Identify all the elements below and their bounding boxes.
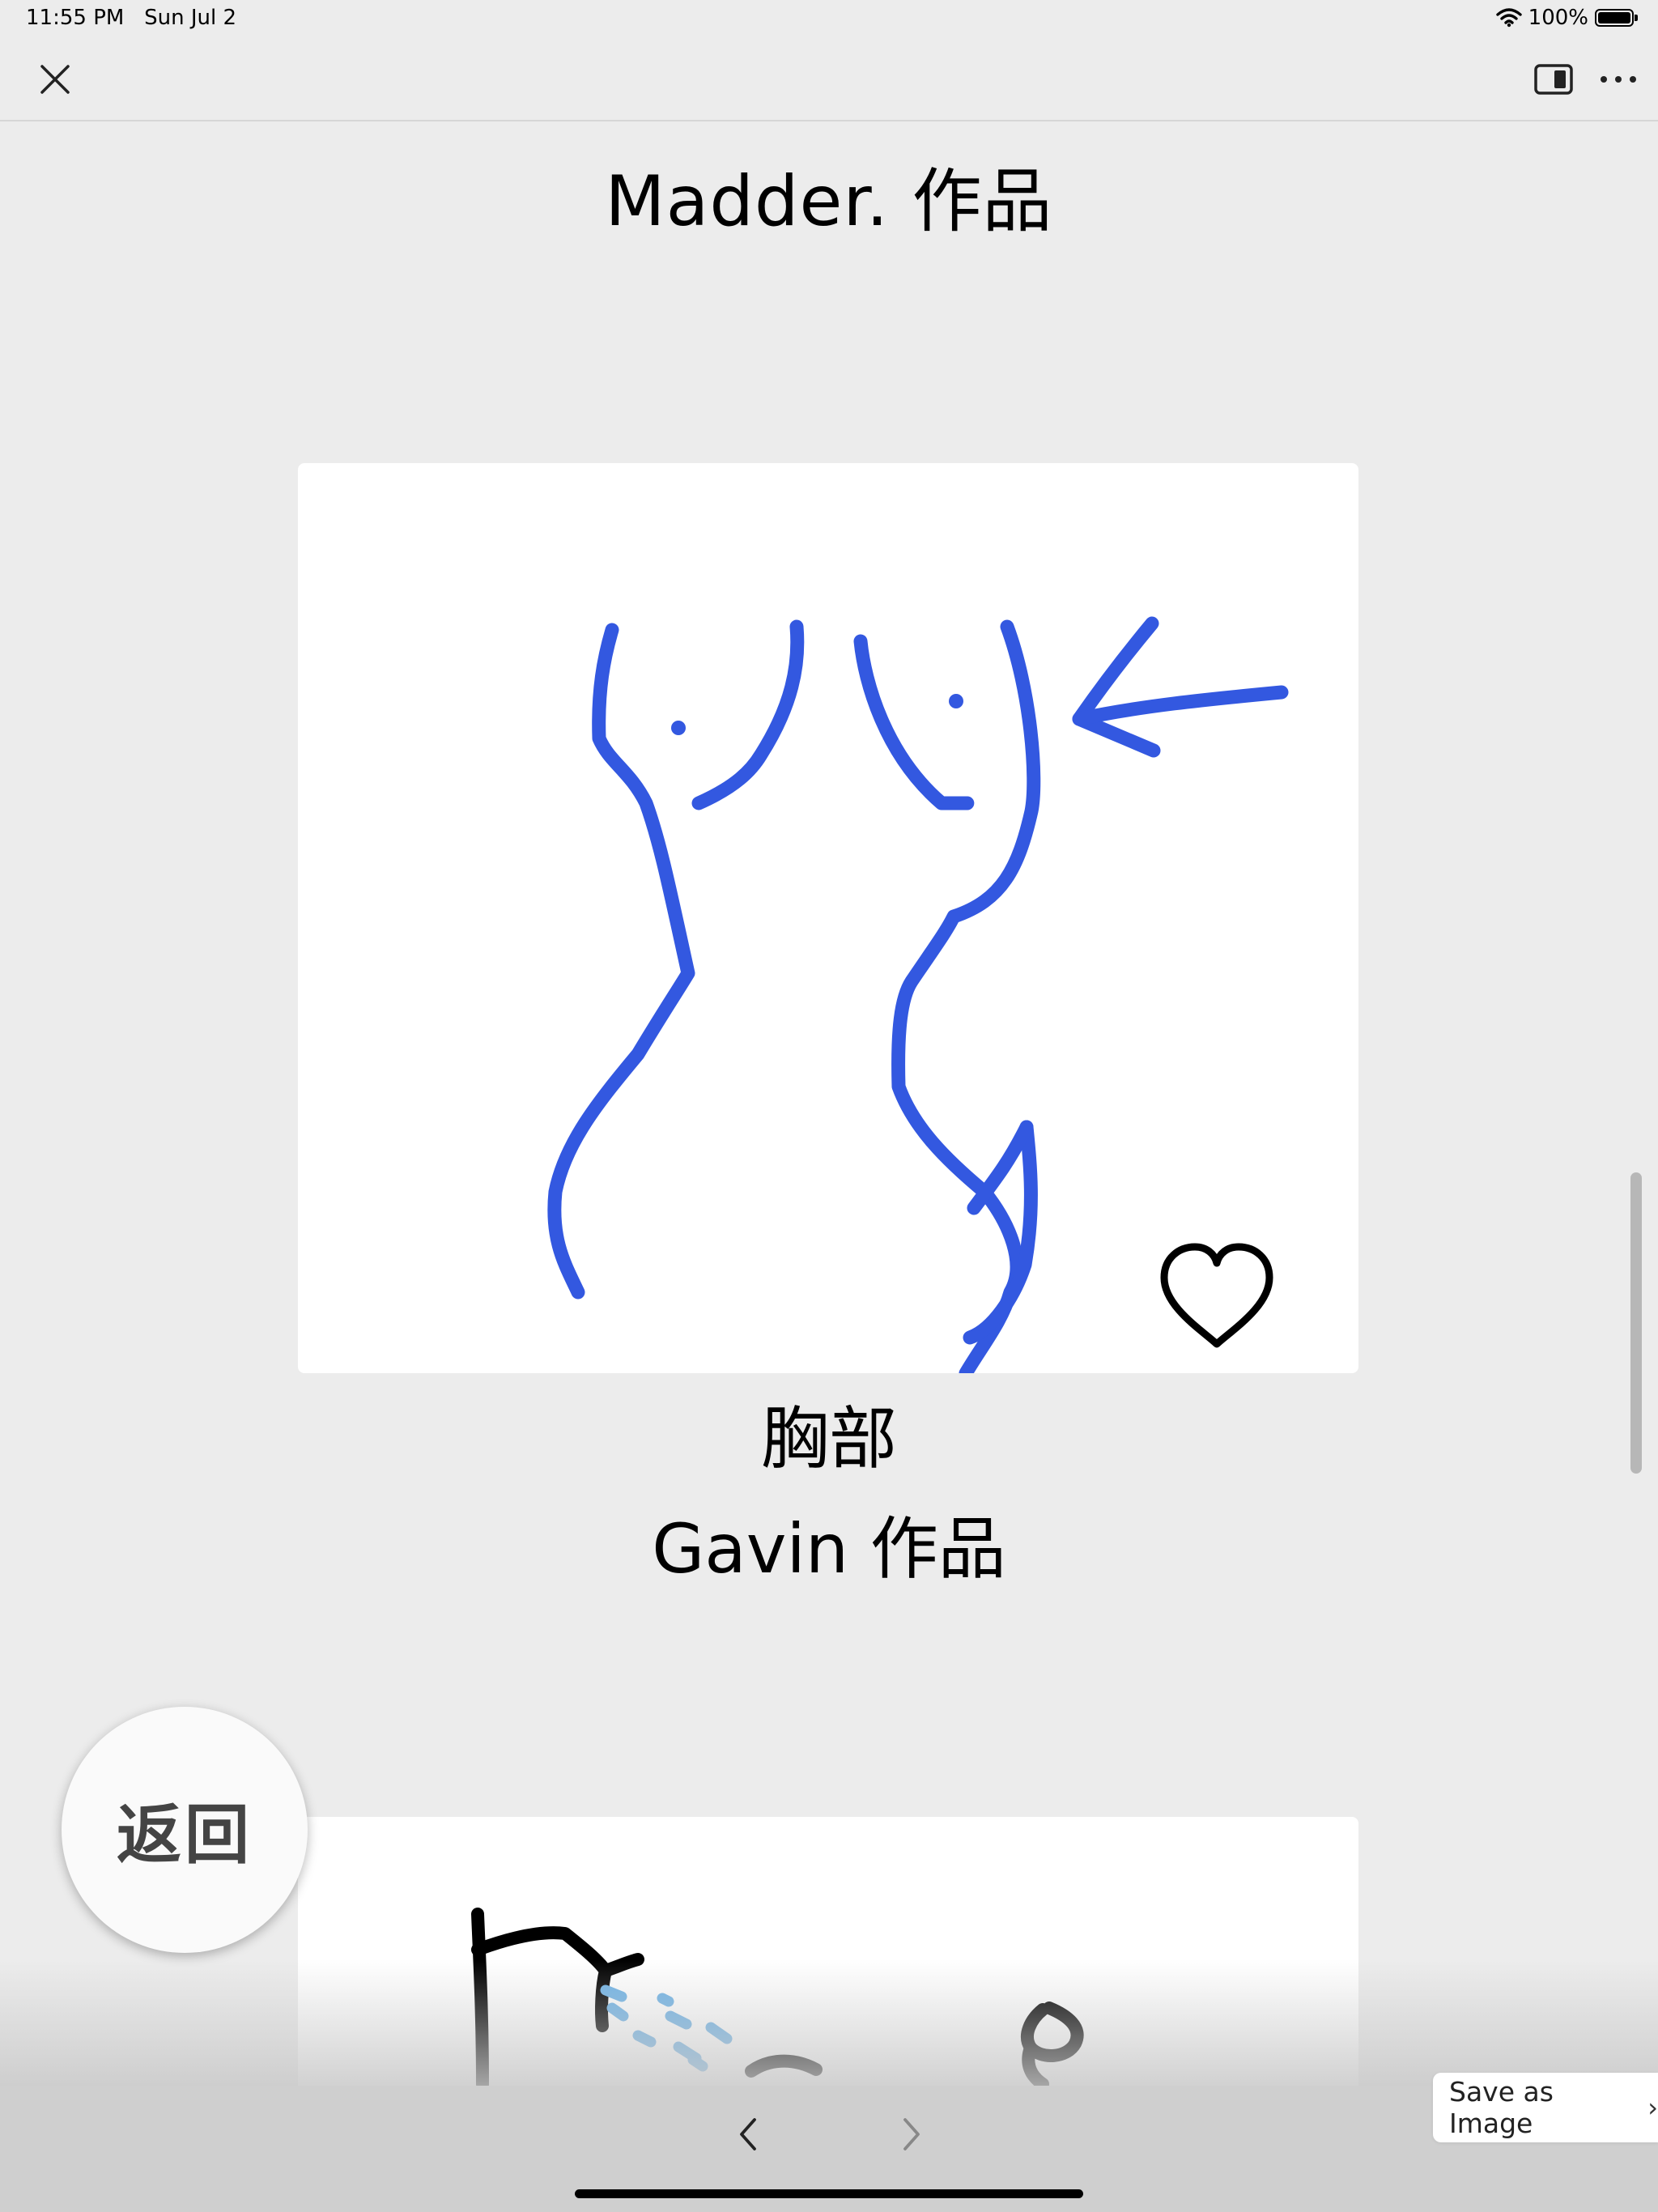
page-title: Madder. 作品 — [605, 161, 1053, 242]
battery-percent: 100% — [1528, 6, 1588, 30]
bottom-navigation-bar — [0, 2086, 1658, 2212]
bottom-fade-overlay — [0, 1959, 1658, 2089]
battery-level — [1598, 12, 1630, 23]
chevron-right-icon — [903, 2118, 920, 2150]
home-indicator[interactable] — [575, 2189, 1083, 2198]
save-as-image-button[interactable]: Save as Image › — [1433, 2073, 1658, 2142]
close-icon — [40, 65, 70, 94]
wifi-icon — [1495, 8, 1522, 28]
status-date: Sun Jul 2 — [144, 6, 237, 30]
nav-forward-button[interactable] — [889, 2110, 933, 2159]
status-bar: 11:55 PM Sun Jul 2 100% — [0, 0, 1658, 40]
chevron-left-icon — [740, 2118, 756, 2150]
artwork-caption: 胸部 — [760, 1399, 897, 1478]
battery-icon — [1595, 9, 1638, 27]
scroll-indicator[interactable] — [1630, 1172, 1642, 1474]
chevron-right-icon: › — [1647, 2092, 1658, 2123]
more-icon — [1601, 76, 1636, 83]
save-as-image-label: Save as Image — [1449, 2076, 1554, 2139]
artwork-author: Gavin 作品 — [652, 1509, 1006, 1589]
top-toolbar — [0, 40, 1658, 121]
status-clock: 11:55 PM — [26, 6, 125, 30]
status-indicators: 100% — [1495, 6, 1638, 30]
sidebar-toggle-icon — [1534, 64, 1573, 95]
back-button-label: 返回 — [117, 1797, 253, 1873]
nav-back-button[interactable] — [727, 2110, 771, 2159]
heart-outline-icon[interactable] — [1156, 1240, 1278, 1354]
status-time: 11:55 PM Sun Jul 2 — [26, 6, 236, 30]
artwork-card[interactable] — [298, 463, 1358, 1380]
back-button[interactable]: 返回 — [62, 1707, 308, 1953]
more-options-button[interactable] — [1596, 63, 1640, 96]
close-button[interactable] — [32, 57, 78, 102]
artwork-drawing — [547, 616, 1289, 1380]
sidebar-toggle-button[interactable] — [1533, 63, 1574, 96]
